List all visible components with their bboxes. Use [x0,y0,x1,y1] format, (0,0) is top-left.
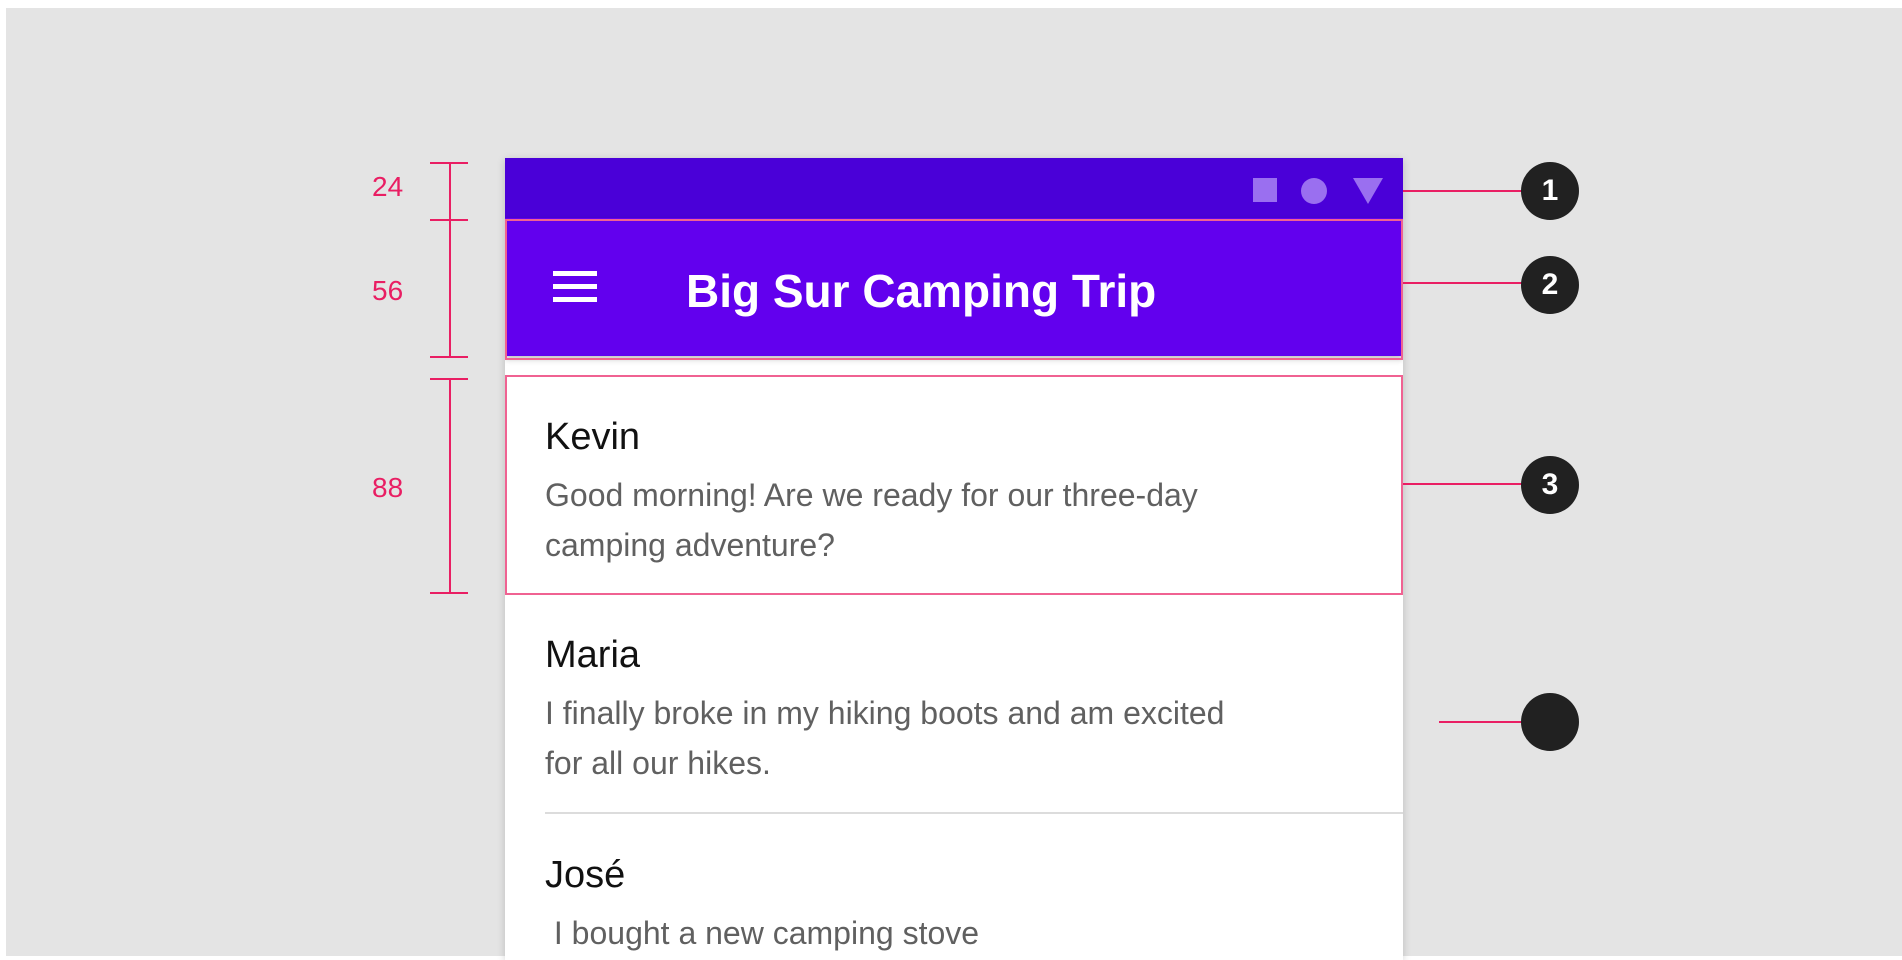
list-item[interactable]: José I bought a new camping stove [505,814,1403,960]
status-bar [505,158,1403,218]
square-icon [1253,178,1277,202]
list-item[interactable]: Kevin Good morning! Are we ready for our… [505,376,1403,594]
callout-leader [1439,721,1523,723]
callout-leader [1403,282,1523,284]
callout-leader [1403,190,1523,192]
callout-badge: 1 [1521,162,1579,220]
dimension-label-app-bar: 56 [372,275,404,306]
list-item-message: I bought a new camping stove [545,915,980,951]
dimension-label-status-bar: 24 [372,171,404,202]
dimension-tick [430,356,468,358]
callout-leader [1403,483,1523,485]
dimension-tick [430,219,468,221]
list-item-message: Good morning! Are we ready for our three… [545,477,1198,563]
circle-icon [1301,178,1327,204]
triangle-icon [1353,178,1383,204]
menu-icon[interactable] [553,271,597,303]
phone-screen: Big Sur Camping Trip Kevin Good morning!… [505,158,1403,960]
callout-badge [1521,693,1579,751]
callout-badge: 3 [1521,456,1579,514]
list-item-name: Maria [545,634,641,676]
dimension-line [449,378,451,594]
app-bar-title: Big Sur Camping Trip [686,265,1157,317]
list-item-message: I finally broke in my hiking boots and a… [545,695,1225,781]
list-item[interactable]: Maria I finally broke in my hiking boots… [505,594,1403,812]
dimension-tick [430,162,468,164]
callout-badge: 2 [1521,256,1579,314]
dimension-line [449,162,451,358]
list-item-name: José [545,854,626,896]
dimension-label-list-item: 88 [372,472,404,503]
list-item-name: Kevin [545,416,641,458]
top-app-bar: Big Sur Camping Trip [505,218,1403,356]
dimension-tick [430,378,468,380]
dimension-tick [430,592,468,594]
